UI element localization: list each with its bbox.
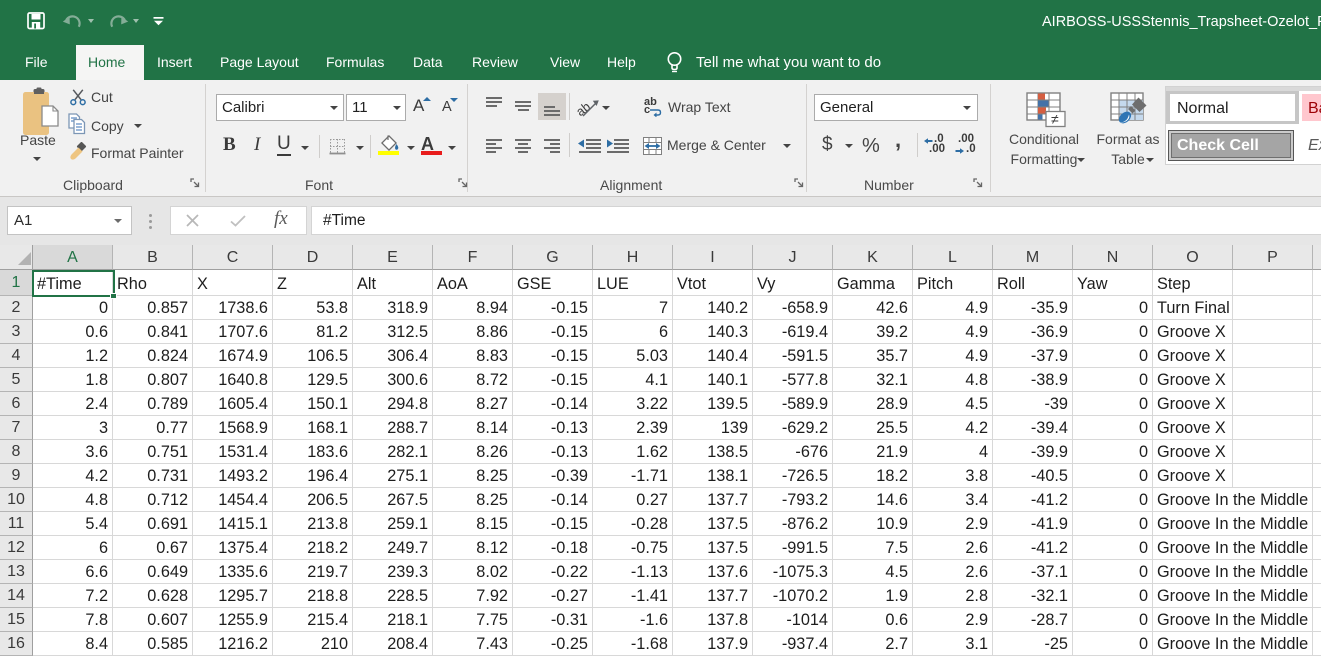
svg-text:≠: ≠	[1051, 111, 1059, 127]
